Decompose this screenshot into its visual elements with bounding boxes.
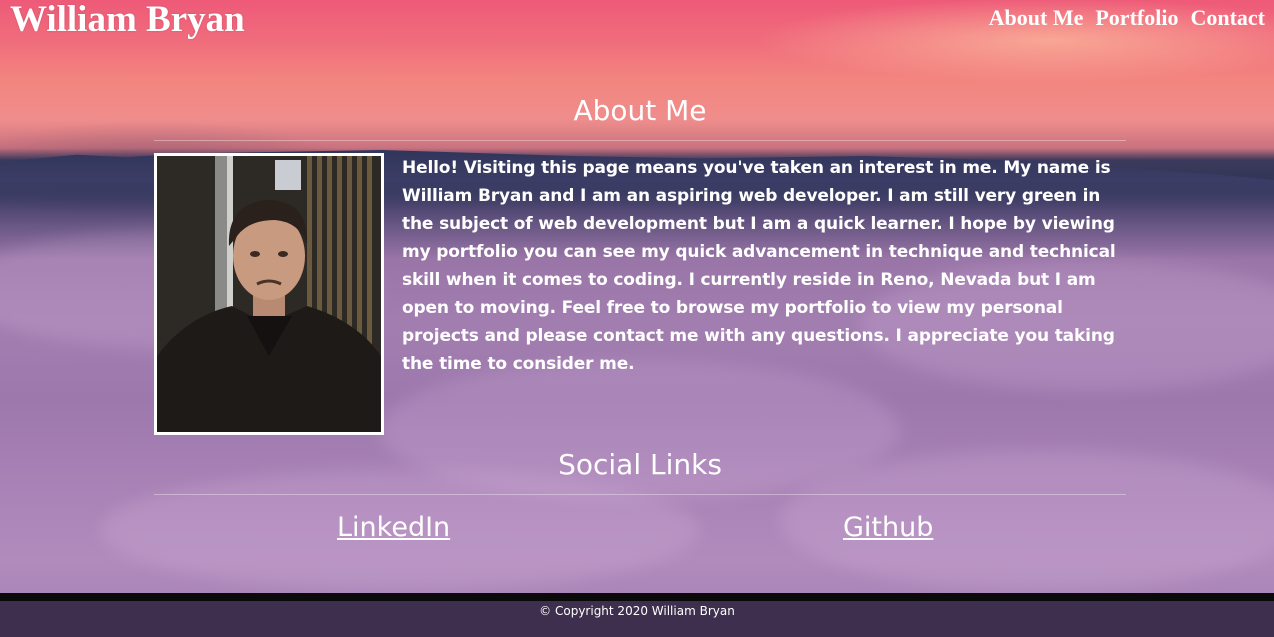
copyright-text: © Copyright 2020 William Bryan [539,604,735,618]
portrait-image [157,156,381,432]
about-heading: About Me [573,94,707,127]
footer-border [0,593,1274,601]
footer: © Copyright 2020 William Bryan [0,601,1274,637]
linkedin-link[interactable]: LinkedIn [337,512,450,543]
site-title[interactable]: William Bryan [10,0,245,41]
profile-photo [154,153,384,435]
social-heading: Social Links [558,448,722,481]
top-nav: About Me Portfolio Contact [989,5,1265,31]
social-divider [154,494,1126,495]
about-paragraph: Hello! Visiting this page means you've t… [402,158,1116,374]
nav-about-me[interactable]: About Me [989,5,1084,31]
nav-portfolio[interactable]: Portfolio [1095,5,1178,31]
about-divider [154,140,1126,141]
github-link[interactable]: Github [843,512,933,543]
nav-contact[interactable]: Contact [1190,5,1265,31]
